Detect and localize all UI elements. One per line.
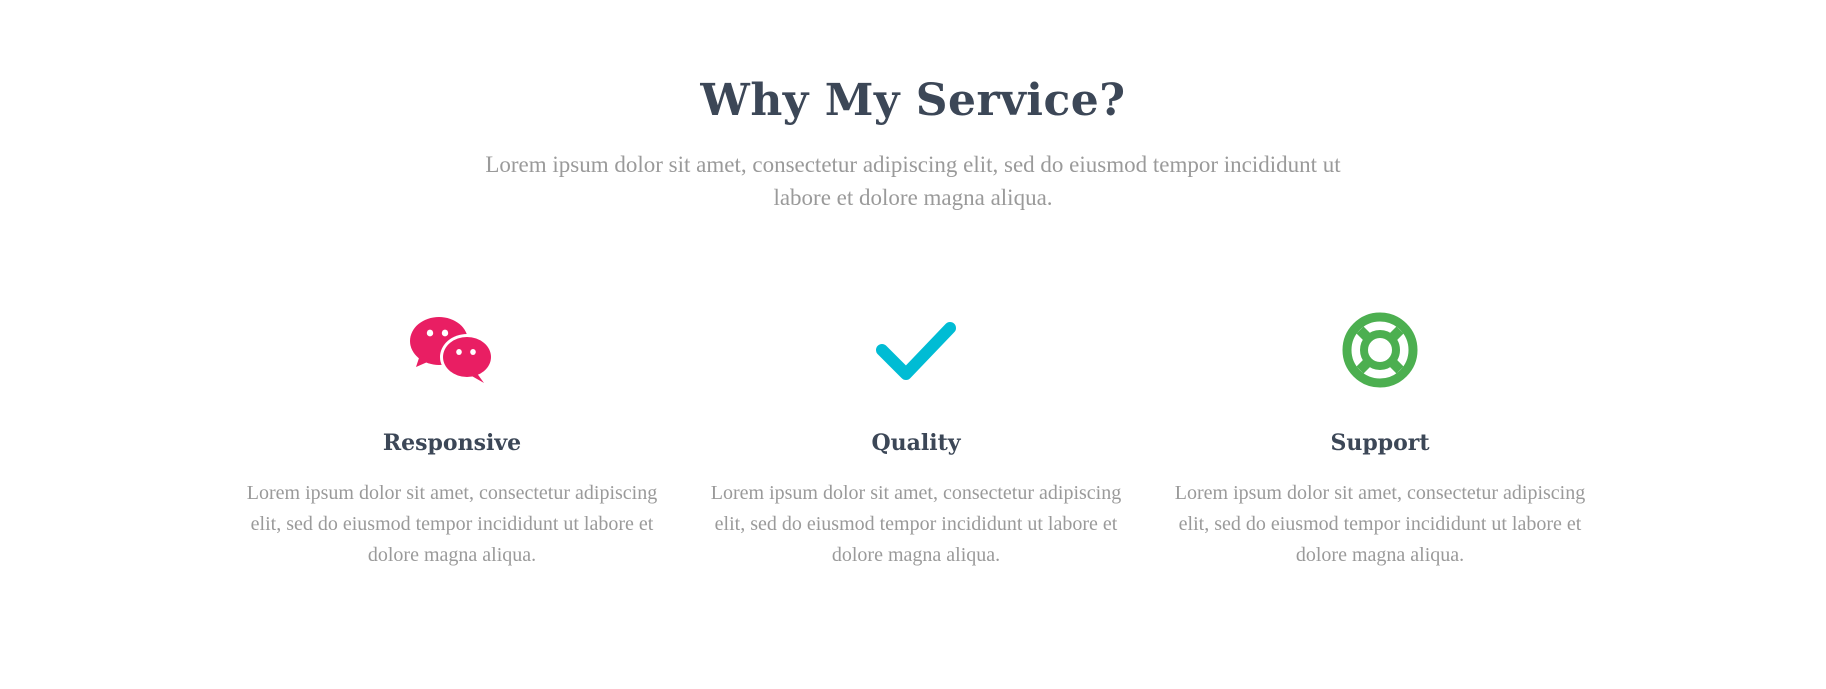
checkmark-icon [696, 310, 1136, 390]
feature-text: Lorem ipsum dolor sit amet, consectetur … [1174, 482, 1586, 566]
feature-title: Quality [871, 430, 961, 456]
lifebuoy-icon [1160, 310, 1600, 390]
chat-bubbles-icon [232, 310, 672, 390]
feature-text: Lorem ipsum dolor sit amet, consectetur … [710, 482, 1122, 566]
feature-title: Support [1330, 430, 1430, 456]
section-subtitle: Lorem ipsum dolor sit amet, consectetur … [485, 152, 1341, 210]
feature-text: Lorem ipsum dolor sit amet, consectetur … [246, 482, 658, 566]
feature-title: Responsive [382, 430, 522, 456]
section-title: Why My Service? [700, 75, 1126, 126]
